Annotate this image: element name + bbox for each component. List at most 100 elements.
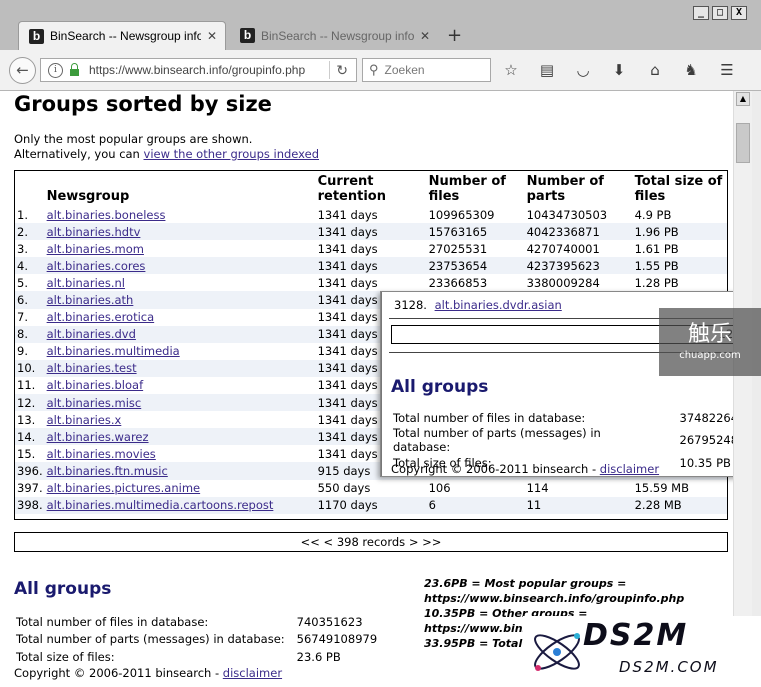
row-retention-cell: 1341 days xyxy=(315,223,427,241)
row-files: 15763165 xyxy=(428,224,488,239)
newsgroup-link[interactable]: alt.binaries.boneless xyxy=(47,208,166,222)
row-size-cell: 4.9 PB xyxy=(633,206,727,223)
row-retention: 1341 days xyxy=(317,378,378,393)
binsearch-favicon-icon: b xyxy=(29,28,44,44)
newsgroup-link[interactable]: alt.binaries.warez xyxy=(47,430,149,444)
newsgroup-link[interactable]: alt.binaries.erotica xyxy=(47,310,155,324)
stats-value: 56749108979 xyxy=(296,632,378,647)
newsgroup-link[interactable]: alt.binaries.misc xyxy=(47,396,142,410)
row-retention-cell: 1341 days xyxy=(315,257,427,275)
scrollbar-thumb[interactable] xyxy=(736,123,750,163)
home-icon[interactable]: ⌂ xyxy=(644,60,666,80)
maximize-button[interactable]: □ xyxy=(712,6,728,20)
row-retention-cell: 1170 days xyxy=(315,496,427,514)
header-files: Number of files xyxy=(428,174,506,204)
close-window-button[interactable]: X xyxy=(731,6,747,20)
tab-binsearch-active[interactable]: b BinSearch -- Newsgroup infor... ✕ xyxy=(18,21,226,50)
row-retention: 1341 days xyxy=(317,429,378,444)
row-retention-cell: 1341 days xyxy=(316,274,427,291)
row-retention-cell: 1341 days xyxy=(316,206,427,223)
download-icon[interactable]: ⬇ xyxy=(608,60,630,80)
newsgroup-link[interactable]: alt.binaries.x xyxy=(47,413,122,427)
disclaimer-link[interactable]: disclaimer xyxy=(600,462,659,476)
search-input[interactable]: ⚲ Zoeken xyxy=(362,58,491,82)
row-parts-cell: 4237395623 xyxy=(524,257,633,275)
other-groups-link[interactable]: view the other groups indexed xyxy=(144,147,320,161)
overlay-group-link[interactable]: alt.binaries.dvdr.asian xyxy=(435,298,562,312)
row-rank-cell: 15. xyxy=(15,445,45,462)
table-row: 398. alt.binaries.multimedia.cartoons.rep… xyxy=(15,496,727,514)
ds2m-url-text: DS2M.COM xyxy=(619,658,719,676)
star-icon[interactable]: ☆ xyxy=(500,60,522,80)
vertical-scrollbar[interactable]: ▲ xyxy=(733,91,752,687)
newsgroup-link[interactable]: alt.binaries.ftn.music xyxy=(47,464,168,478)
row-rank: 14. xyxy=(17,429,36,444)
annotation-line: https://www.binsearch.info/groupinfo.php xyxy=(424,592,685,605)
stats-value: 740351623 xyxy=(296,614,363,629)
close-tab-icon[interactable]: ✕ xyxy=(207,29,217,43)
row-rank: 15. xyxy=(17,446,36,461)
newsgroup-link[interactable]: alt.binaries.mom xyxy=(47,242,144,256)
back-arrow-icon[interactable]: ← xyxy=(9,57,36,84)
row-files: 27025531 xyxy=(428,241,488,256)
row-rank-cell: 14. xyxy=(15,428,45,446)
scroll-up-arrow-icon[interactable]: ▲ xyxy=(736,92,750,106)
disclaimer-link[interactable]: disclaimer xyxy=(223,666,282,680)
header-parts: Number of parts xyxy=(526,174,604,204)
row-rank: 11. xyxy=(17,378,36,393)
stats-label: Total number of files in database: xyxy=(16,614,209,629)
newsgroup-link[interactable]: alt.binaries.multimedia xyxy=(47,344,180,358)
tab-binsearch-background[interactable]: b BinSearch -- Newsgroup info... ✕ xyxy=(230,21,438,50)
newsgroup-link[interactable]: alt.binaries.hdtv xyxy=(47,225,141,239)
stats-label: Total number of files in database: xyxy=(393,410,586,425)
chuapp-logo-text: 触乐 xyxy=(687,322,732,347)
minimize-button[interactable]: _ xyxy=(693,6,709,20)
newsgroup-link[interactable]: alt.binaries.cores xyxy=(47,259,146,273)
url-text[interactable]: https://www.binsearch.info/groupinfo.php xyxy=(89,63,329,77)
row-retention: 1341 days xyxy=(317,241,378,256)
row-parts: 10434730503 xyxy=(526,207,608,222)
header-rank xyxy=(15,171,45,206)
row-parts: 4237395623 xyxy=(526,258,600,273)
url-divider xyxy=(329,61,331,79)
pagination[interactable]: << < 398 records > >> xyxy=(14,532,728,552)
info-icon[interactable]: i xyxy=(48,62,63,78)
row-rank: 397. xyxy=(17,481,43,496)
row-retention: 1341 days xyxy=(317,412,378,427)
newsgroup-link[interactable]: alt.binaries.multimedia.cartoons.repost xyxy=(47,498,274,512)
newsgroup-link[interactable]: alt.binaries.pictures.anime xyxy=(47,481,201,495)
reading-list-icon[interactable]: ▤ xyxy=(536,60,558,80)
page-footer: Copyright © 2006-2011 binsearch - discla… xyxy=(14,666,282,680)
row-retention: 1341 days xyxy=(317,361,378,376)
all-groups-stats: Total number of files in database: 74035… xyxy=(14,613,379,666)
menu-icon[interactable]: ☰ xyxy=(716,60,738,80)
new-tab-icon[interactable]: + xyxy=(447,25,462,46)
lock-icon[interactable] xyxy=(70,62,79,76)
row-rank: 398. xyxy=(17,498,43,513)
navigation-bar: ← i https://www.binsearch.info/groupinfo… xyxy=(0,50,761,91)
newsgroup-link[interactable]: alt.binaries.dvd xyxy=(47,327,136,341)
close-tab-icon[interactable]: ✕ xyxy=(420,29,430,43)
newsgroup-link[interactable]: alt.binaries.test xyxy=(47,361,137,375)
row-parts: 4270740001 xyxy=(526,241,600,256)
newsgroup-link[interactable]: alt.binaries.nl xyxy=(47,276,125,290)
annotation-line: 23.6PB = Most popular groups = xyxy=(424,577,627,590)
atom-logo-icon xyxy=(534,633,580,671)
row-rank: 1. xyxy=(17,207,28,222)
chuapp-watermark: 触乐 chuapp.com xyxy=(659,308,761,376)
row-rank-cell: 3. xyxy=(15,240,45,257)
overlay-row-rank: 3128. xyxy=(394,298,427,312)
row-rank: 3. xyxy=(17,241,28,256)
pocket-icon[interactable]: ◡ xyxy=(572,60,594,80)
newsgroup-link[interactable]: alt.binaries.movies xyxy=(47,447,156,461)
newsgroup-link[interactable]: alt.binaries.ath xyxy=(47,293,134,307)
newsgroup-link-cell: alt.binaries.mom xyxy=(45,240,316,257)
extension-icon[interactable]: ♞ xyxy=(680,60,702,80)
row-retention: 1341 days xyxy=(317,275,378,290)
reload-icon[interactable]: ↻ xyxy=(336,62,348,79)
newsgroup-link-cell: alt.binaries.multimedia.cartoons.repost xyxy=(44,496,316,514)
newsgroup-link[interactable]: alt.binaries.bloaf xyxy=(47,378,144,392)
row-files: 23366853 xyxy=(428,275,488,290)
binsearch-favicon-icon: b xyxy=(240,28,255,43)
address-bar[interactable]: i https://www.binsearch.info/groupinfo.p… xyxy=(40,58,357,82)
